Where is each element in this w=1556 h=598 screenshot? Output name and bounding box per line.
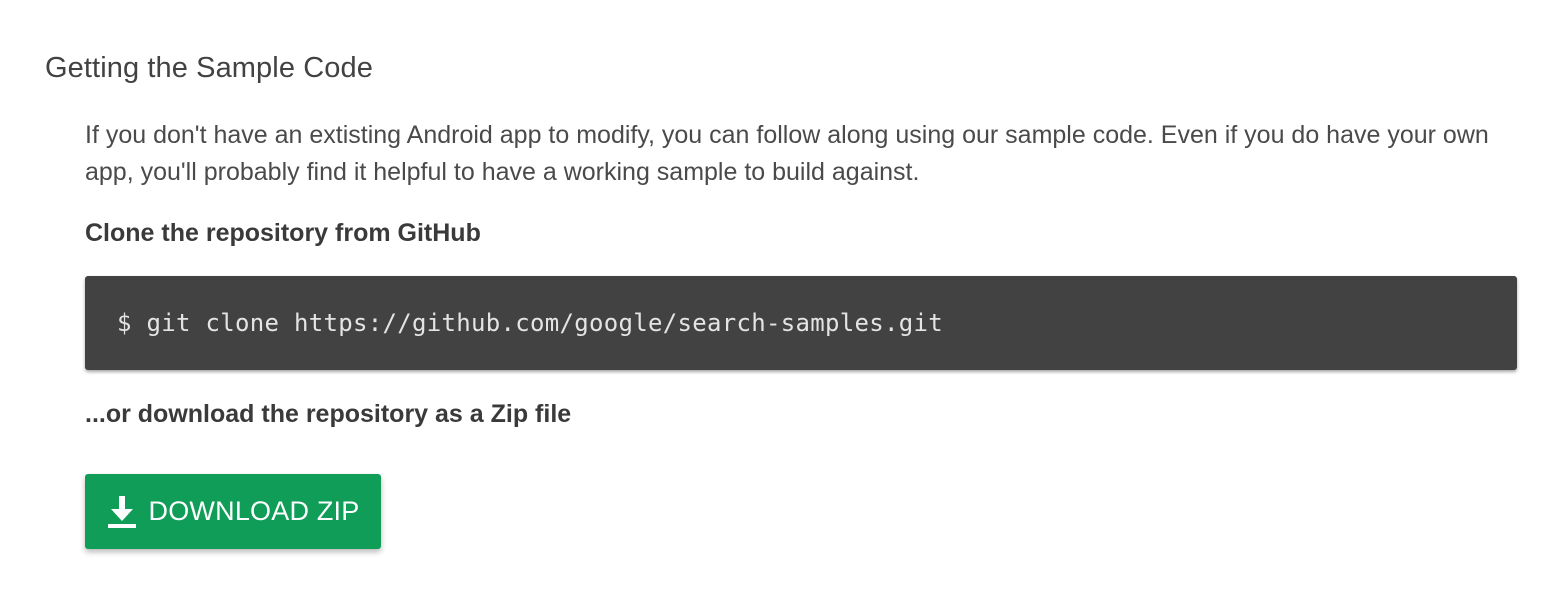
download-icon: [107, 495, 137, 528]
clone-command[interactable]: $ git clone https://github.com/google/se…: [117, 309, 943, 337]
zip-heading: ...or download the repository as a Zip f…: [85, 400, 572, 428]
download-zip-label: DOWNLOAD ZIP: [148, 496, 360, 526]
sample-code-section: Getting the Sample Code If you don't hav…: [0, 0, 1556, 598]
code-block[interactable]: $ git clone https://github.com/google/se…: [85, 276, 1517, 370]
section-title: Getting the Sample Code: [45, 52, 373, 84]
download-zip-button[interactable]: DOWNLOAD ZIP: [85, 474, 381, 549]
clone-heading: Clone the repository from GitHub: [85, 219, 481, 247]
intro-paragraph: If you don't have an extisting Android a…: [85, 121, 1489, 186]
section-content: If you don't have an extisting Android a…: [85, 117, 1517, 549]
